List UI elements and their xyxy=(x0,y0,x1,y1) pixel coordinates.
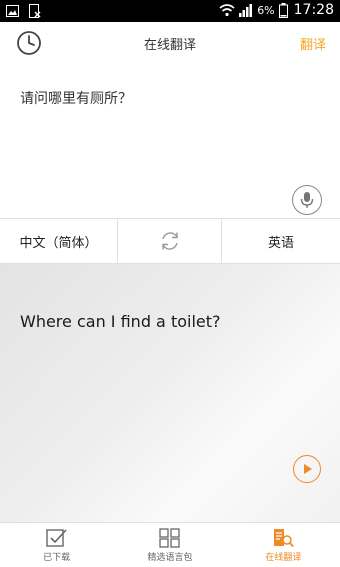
battery-percent: 6% xyxy=(257,3,275,17)
tab-label: 在线翻译 xyxy=(265,552,302,563)
battery-icon xyxy=(278,2,288,18)
source-language-selector[interactable]: 中文（简体） xyxy=(0,219,118,263)
clock: 17:28 xyxy=(293,2,334,18)
wifi-icon xyxy=(219,4,235,17)
tab-language-packs[interactable]: 精选语言包 xyxy=(113,523,226,567)
source-text-area[interactable]: 请问哪里有厕所？ xyxy=(0,64,340,218)
app-header: 在线翻译 翻译 xyxy=(0,22,340,65)
image-notification-icon xyxy=(6,5,19,17)
tab-online-translate[interactable]: 在线翻译 xyxy=(227,523,340,567)
grid-icon xyxy=(159,527,180,548)
tab-label: 精选语言包 xyxy=(147,552,193,563)
bottom-tab-bar: 已下载 精选语言包 在线翻译 xyxy=(0,522,340,567)
voice-input-button[interactable] xyxy=(292,185,322,215)
swap-icon xyxy=(161,232,178,250)
play-audio-button[interactable] xyxy=(293,455,321,483)
translated-text: Where can I find a toilet? xyxy=(20,312,221,331)
signal-icon xyxy=(239,4,253,17)
status-bar: 6% 17:28 xyxy=(0,0,340,22)
swap-languages-button[interactable] xyxy=(118,219,222,263)
tab-label: 已下载 xyxy=(43,552,71,563)
tab-downloaded[interactable]: 已下载 xyxy=(0,523,113,567)
document-search-icon xyxy=(274,528,294,547)
translate-button[interactable]: 翻译 xyxy=(300,34,326,53)
target-language-selector[interactable]: 英语 xyxy=(222,219,340,263)
translation-result-panel: Where can I find a toilet? xyxy=(0,264,340,522)
checkbox-icon xyxy=(45,528,67,547)
play-icon xyxy=(304,464,312,474)
source-text[interactable]: 请问哪里有厕所？ xyxy=(20,88,132,108)
microphone-icon xyxy=(300,192,314,208)
language-selector-bar: 中文（简体） 英语 xyxy=(0,218,340,264)
page-title: 在线翻译 xyxy=(143,38,196,53)
sim-error-icon xyxy=(29,4,41,18)
